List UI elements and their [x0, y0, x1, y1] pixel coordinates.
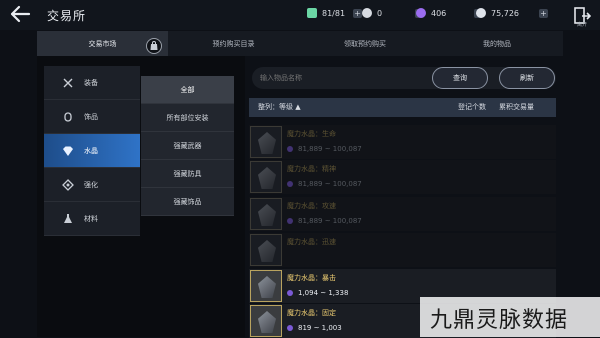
category-label: 材料 — [84, 214, 98, 223]
flask-icon — [64, 213, 72, 223]
item-price: 819 ~ 1,003 — [287, 324, 342, 332]
category-material[interactable]: 材料 — [44, 202, 140, 236]
stamina-counter: 81/81 + — [307, 6, 363, 20]
row-dim-overlay — [249, 233, 556, 267]
item-name: 魔力水晶：固定 — [287, 309, 336, 317]
diamond-rune-icon — [62, 178, 74, 191]
search-input[interactable] — [260, 71, 420, 85]
item-price: 1,094 ~ 1,338 — [287, 289, 348, 297]
stamina-value: 81/81 — [322, 8, 346, 18]
watermark-text: 九鼎灵脉数据 — [430, 308, 569, 333]
tab-reservation-list[interactable]: 预约购买目录 — [168, 31, 299, 56]
gem-icon — [287, 325, 293, 331]
add-stamina-button[interactable]: + — [353, 8, 363, 18]
subcategory-armor[interactable]: 强藏防具 — [141, 160, 234, 188]
row-dim-overlay — [249, 197, 556, 231]
category-label: 水晶 — [84, 146, 98, 155]
crossed-swords-icon — [63, 78, 73, 87]
item-thumbnail — [250, 270, 282, 302]
row-dim-overlay — [249, 125, 556, 159]
page-title: 交易所 — [47, 9, 87, 23]
coin-icon — [476, 8, 486, 18]
refresh-button[interactable]: 刷新 — [499, 67, 555, 89]
silver-icon — [362, 8, 372, 18]
subcategory-all-slots[interactable]: 所有部位安装 — [141, 104, 234, 132]
crystal-icon — [258, 276, 276, 298]
subcategory-accessory[interactable]: 强藏饰品 — [141, 188, 234, 216]
gem-value: 406 — [431, 8, 447, 18]
gem-icon — [287, 290, 293, 296]
query-button[interactable]: 查询 — [432, 67, 488, 89]
sort-toggle[interactable]: 整列：等级 ▲ — [258, 102, 301, 112]
row-dim-overlay — [249, 160, 556, 194]
ring-icon — [64, 111, 72, 122]
silver-counter: 0 + — [362, 6, 424, 20]
category-accessory[interactable]: 饰品 — [44, 100, 140, 134]
silver-value: 0 — [377, 8, 383, 18]
exit-label: 离开 — [576, 22, 587, 28]
category-crystal[interactable]: 水晶 — [44, 134, 140, 168]
crystal-icon — [63, 146, 73, 156]
subcategory-weapon[interactable]: 强藏武器 — [141, 132, 234, 160]
back-arrow-icon[interactable] — [9, 3, 31, 25]
gem-icon — [416, 8, 426, 18]
add-coin-button[interactable]: + — [539, 8, 548, 18]
stamina-icon — [307, 8, 317, 18]
category-label: 装备 — [84, 78, 98, 87]
tab-bar: 交易市场 预约购买目录 领取预约购买 我的物品 — [37, 31, 563, 56]
coin-value: 75,726 — [491, 8, 519, 18]
column-trade-volume[interactable]: 累积交易量 — [499, 102, 534, 112]
gem-counter: 406 + — [416, 6, 483, 20]
tab-my-items[interactable]: 我的物品 — [431, 31, 563, 56]
category-enhance[interactable]: 强化 — [44, 168, 140, 202]
bag-icon[interactable] — [146, 38, 162, 54]
item-name: 魔力水晶：暴击 — [287, 274, 336, 282]
tab-claim-reservation[interactable]: 领取预约购买 — [299, 31, 431, 56]
category-label: 饰品 — [84, 112, 98, 121]
coin-counter: 75,726 + — [476, 6, 548, 20]
item-thumbnail — [250, 305, 282, 337]
category-equipment[interactable]: 装备 — [44, 66, 140, 100]
subcategory-all[interactable]: 全部 — [141, 76, 234, 104]
column-registered-count[interactable]: 登记个数 — [458, 102, 486, 112]
category-label: 强化 — [84, 180, 98, 189]
crystal-icon — [258, 311, 276, 333]
